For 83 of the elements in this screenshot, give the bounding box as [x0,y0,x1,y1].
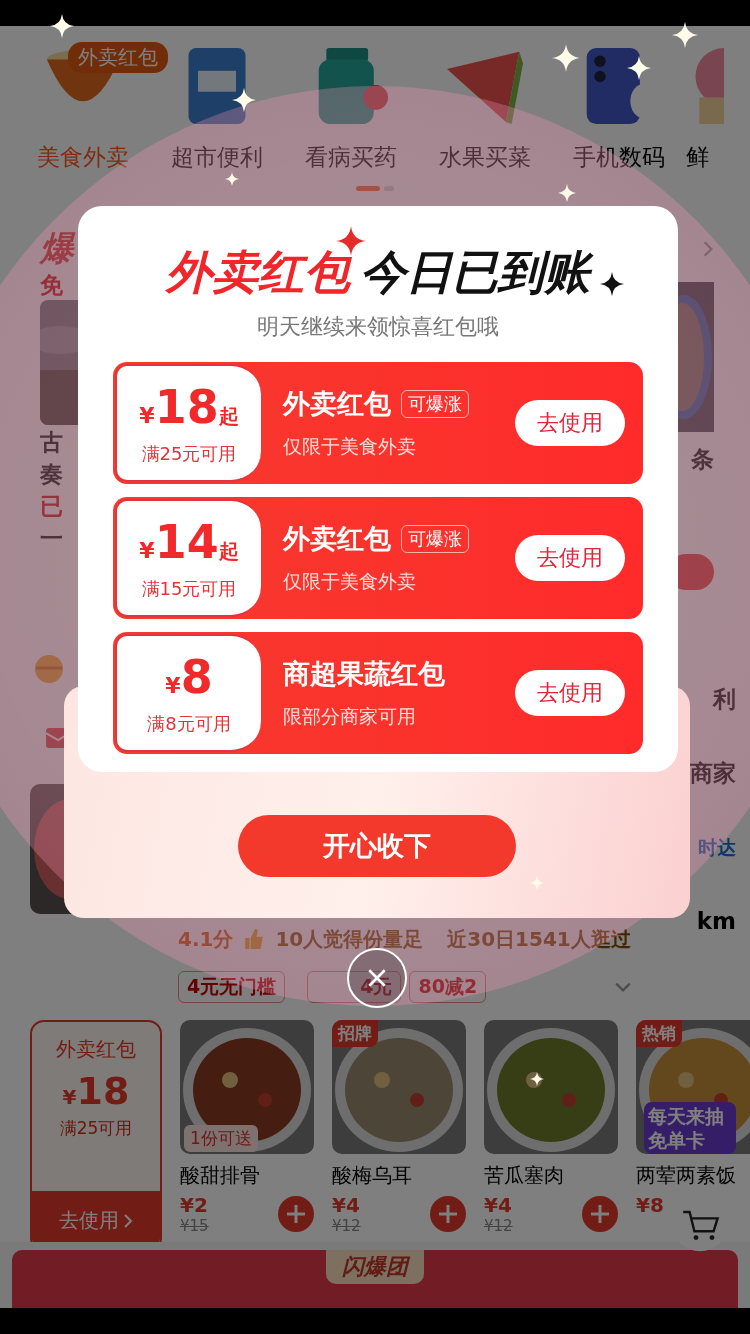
coupon-note: 仅限于美食外卖 [283,434,417,459]
coupon-amount: ¥18起 [139,380,239,436]
product-badge: 1份可送 [184,1125,258,1152]
product-name: 两荤两素饭 [636,1162,737,1189]
chevron-icon [702,240,714,258]
coupon-condition: 满25元可用 [141,441,237,466]
coupon-note: 仅限于美食外卖 [283,569,417,594]
add-icon[interactable] [582,1196,618,1232]
category-badge: 外卖红包 [68,42,168,73]
rating-text: 10人觉得份量足 [275,925,424,953]
category-tab[interactable]: 水果买菜 [439,142,531,173]
store-text: 商家 [690,759,736,788]
accept-button[interactable]: 开心收下 [238,815,516,877]
product-name: 酸甜排骨 [180,1162,261,1189]
coupon-tag: 可爆涨 [401,525,469,553]
sparkle-icon [225,172,239,186]
bowl-icon [34,654,64,684]
use-button[interactable]: 去使用 [515,535,625,581]
chevron-icon [123,1212,133,1229]
store-text: 奏 [40,460,64,489]
coupon-tag: 可爆涨 [401,390,469,418]
category-tab[interactable]: 美食外卖 [37,142,129,173]
coupon-condition: 满15元可用 [141,576,237,601]
promo-logo: 爆 [40,228,77,268]
sparkle-icon [600,272,624,296]
product-name: 苦瓜塞肉 [484,1162,565,1189]
promo-badge: 每天来抽免单卡 [644,1102,736,1154]
store-text: km [696,907,736,936]
coupon-title: 外卖红包 [283,522,391,556]
coupon-note: 限部分商家可用 [283,704,417,729]
product-badge: 招牌 [332,1020,378,1047]
popup-subtitle: 明天继续来领惊喜红包哦 [257,313,499,341]
coupon-title: 外卖红包 [56,1036,136,1063]
original-price: ¥15 [180,1217,209,1235]
product-price: ¥2 [180,1193,209,1217]
discount-tag: 80减2 [409,971,487,1003]
coupon-amount: ¥8 [165,650,213,706]
store-text: 已 [40,492,64,521]
sparkle-icon [552,44,580,72]
promo-banner[interactable]: 闪爆团 [12,1250,738,1310]
banner-tab[interactable]: 闪爆团 [326,1250,424,1284]
coupon-title: 商超果蔬红包 [283,657,445,691]
thumbs-up-icon [243,928,266,950]
sparkle-icon [530,1072,544,1086]
category-tab[interactable]: 超市便利 [171,142,263,173]
store-text: 利 [713,685,736,714]
coupon-card[interactable]: 外卖红包 ¥18 满25可用 去使用 [30,1020,162,1242]
store-text: 条 [691,445,714,474]
sparkle-icon [232,88,256,112]
use-button[interactable]: 去使用 [515,670,625,716]
coupon-amount: ¥18 [62,1069,130,1113]
original-price: ¥12 [484,1217,513,1235]
original-price: ¥12 [332,1217,361,1235]
sparkle-icon [530,876,544,890]
category-tab[interactable]: 手机数码 [573,142,665,173]
product-price: ¥4 [484,1193,513,1217]
coupon-title: 外卖红包 [283,387,391,421]
store-text: 时达 [698,835,736,860]
coupon-condition: 满25可用 [59,1117,133,1140]
popup-title: 外卖红包 [166,244,350,301]
sparkle-icon [627,56,651,80]
discount-tag: 4元无门槛 [178,971,286,1003]
coupon-amount: ¥14起 [139,515,239,571]
close-button[interactable] [347,948,407,1008]
rating-text: 近30日1541人逛过 [447,925,631,953]
store-text: 一 [40,524,64,553]
add-icon[interactable] [278,1196,314,1232]
rating-score: 4.1分 [178,925,234,953]
category-tab[interactable]: 看病买药 [305,142,397,173]
store-text: 古 [40,428,64,457]
product-price: ¥8 [636,1193,664,1217]
product-price: ¥4 [332,1193,361,1217]
category-tab[interactable]: 鲜 [686,142,709,173]
chevron-down-icon [614,981,633,993]
coupon-condition: 满8元可用 [147,711,231,736]
product-badge: 热销 [636,1020,682,1047]
sparkle-icon [50,14,74,38]
add-icon[interactable] [430,1196,466,1232]
sparkle-icon [558,184,576,202]
use-button[interactable]: 去使用 [515,400,625,446]
store-text: 免 [40,271,64,300]
product-name: 酸梅乌耳 [332,1162,413,1189]
sparkle-icon [672,22,698,48]
